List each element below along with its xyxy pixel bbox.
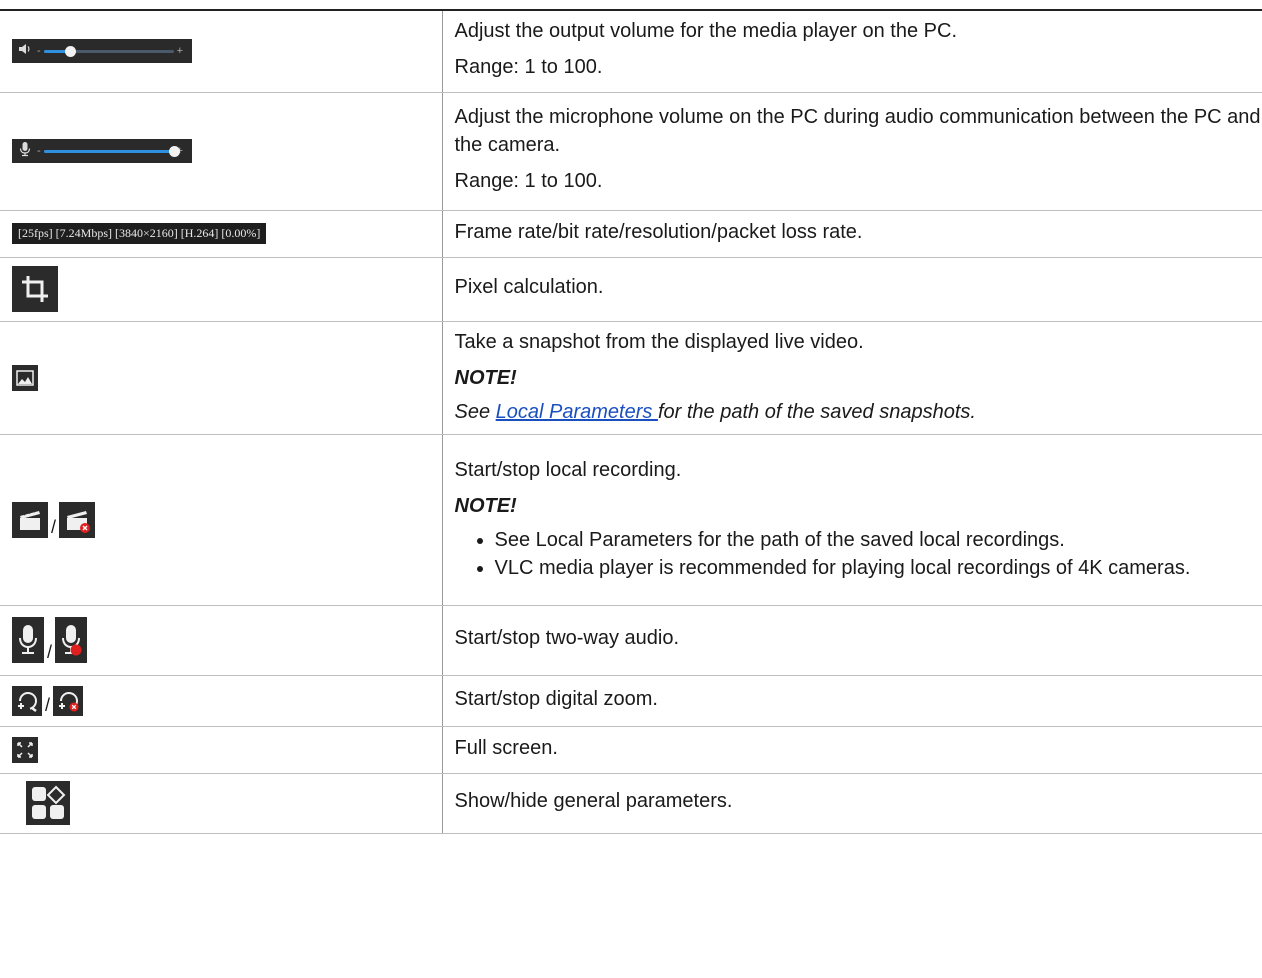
table-row: Pixel calculation. xyxy=(0,257,1262,322)
icon-separator: / xyxy=(47,642,53,662)
table-row: / Start/stop local recording. NOTE! See … xyxy=(0,434,1262,606)
description-line: Show/hide general parameters. xyxy=(454,790,733,812)
note-prefix: See xyxy=(454,400,496,423)
table-row: Show/hide general parameters. xyxy=(0,773,1262,834)
description-line: Start/stop two-way audio. xyxy=(454,627,680,649)
volume-track[interactable] xyxy=(43,45,174,57)
output-volume-slider[interactable]: - + xyxy=(12,39,193,64)
range-line: Range: 1 to 100. xyxy=(454,56,603,79)
description-cell: Full screen. xyxy=(442,726,1262,774)
note-label: NOTE! xyxy=(454,366,517,389)
note-label: NOTE! xyxy=(454,494,517,517)
note-text: See Local Parameters for the path of the… xyxy=(455,398,1262,426)
volume-knob[interactable] xyxy=(64,45,76,57)
slider-minus: - xyxy=(37,45,41,58)
description-cell: Show/hide general parameters. xyxy=(442,773,1262,834)
table-row: / Start/stop two-way audio. xyxy=(0,605,1262,676)
slider-minus: - xyxy=(37,145,41,157)
slider-plus: + xyxy=(176,45,184,58)
two-way-audio-stop-icon[interactable] xyxy=(55,617,88,663)
microphone-volume-slider[interactable]: - + xyxy=(12,139,193,163)
icon-cell xyxy=(0,321,443,435)
two-way-audio-start-icon[interactable] xyxy=(12,617,44,663)
description-cell: Frame rate/bit rate/resolution/packet lo… xyxy=(442,210,1262,258)
table-row: - + Adjust the microphone volume on the … xyxy=(0,92,1262,211)
table-row: Take a snapshot from the displayed live … xyxy=(0,321,1262,435)
note-bullet-list: See Local Parameters for the path of the… xyxy=(455,526,1262,582)
range-line: Range: 1 to 100. xyxy=(454,170,603,192)
description-cell: Start/stop two-way audio. xyxy=(442,605,1262,676)
speaker-icon xyxy=(18,42,34,60)
description-line: Frame rate/bit rate/resolution/packet lo… xyxy=(454,220,863,243)
description-line: Start/stop local recording. xyxy=(454,458,682,481)
table-row: / Start/stop digital zoom. xyxy=(0,675,1262,727)
icon-cell: / xyxy=(0,434,443,606)
icon-separator: / xyxy=(45,694,51,715)
icon-cell: - + xyxy=(0,9,443,93)
icon-cell: [25fps] [7.24Mbps] [3840×2160] [H.264] [… xyxy=(0,210,443,258)
icon-cell xyxy=(0,726,443,774)
mic-volume-knob[interactable] xyxy=(168,145,180,157)
general-parameters-icon[interactable] xyxy=(26,781,70,825)
digital-zoom-start-icon[interactable] xyxy=(12,685,42,716)
microphone-icon xyxy=(18,141,34,161)
table-row: [25fps] [7.24Mbps] [3840×2160] [H.264] [… xyxy=(0,210,1262,258)
description-cell: Adjust the microphone volume on the PC d… xyxy=(442,92,1262,211)
description-cell: Start/stop digital zoom. xyxy=(442,675,1262,727)
description-line: Take a snapshot from the displayed live … xyxy=(454,330,864,353)
crop-icon[interactable] xyxy=(12,266,58,312)
description-line: Adjust the microphone volume on the PC d… xyxy=(454,106,1261,156)
record-stop-icon[interactable] xyxy=(59,501,96,538)
list-item: See Local Parameters for the path of the… xyxy=(495,526,1262,554)
icon-cell xyxy=(0,257,443,322)
description-cell: Adjust the output volume for the media p… xyxy=(442,9,1262,93)
description-cell: Pixel calculation. xyxy=(442,257,1262,322)
mic-volume-track[interactable] xyxy=(43,145,180,157)
record-start-icon[interactable] xyxy=(12,501,48,538)
note-rest: for the path of the saved snapshots. xyxy=(657,400,976,423)
table-row: - + Adjust the output volume for the med… xyxy=(0,9,1262,93)
description-cell: Start/stop local recording. NOTE! See Lo… xyxy=(442,434,1262,606)
icon-description-table: - + Adjust the output volume for the med… xyxy=(0,9,1262,834)
full-screen-icon[interactable] xyxy=(12,736,38,763)
icon-cell: - + xyxy=(0,92,443,211)
description-line: Pixel calculation. xyxy=(454,276,604,298)
description-line: Start/stop digital zoom. xyxy=(454,687,658,710)
description-line: Adjust the output volume for the media p… xyxy=(454,20,958,43)
mic-volume-fill xyxy=(43,149,174,153)
icon-separator: / xyxy=(51,516,57,537)
icon-cell xyxy=(0,773,443,834)
list-item: VLC media player is recommended for play… xyxy=(495,554,1262,582)
description-line: Full screen. xyxy=(454,736,558,759)
description-cell: Take a snapshot from the displayed live … xyxy=(442,321,1262,435)
digital-zoom-stop-icon[interactable] xyxy=(53,685,84,716)
icon-cell: / xyxy=(0,675,443,727)
table-row: Full screen. xyxy=(0,726,1262,774)
snapshot-icon[interactable] xyxy=(12,364,38,391)
icon-cell: / xyxy=(0,605,443,676)
stream-stats-bar: [25fps] [7.24Mbps] [3840×2160] [H.264] [… xyxy=(12,223,267,244)
local-parameters-link[interactable]: Local Parameters xyxy=(496,401,658,423)
